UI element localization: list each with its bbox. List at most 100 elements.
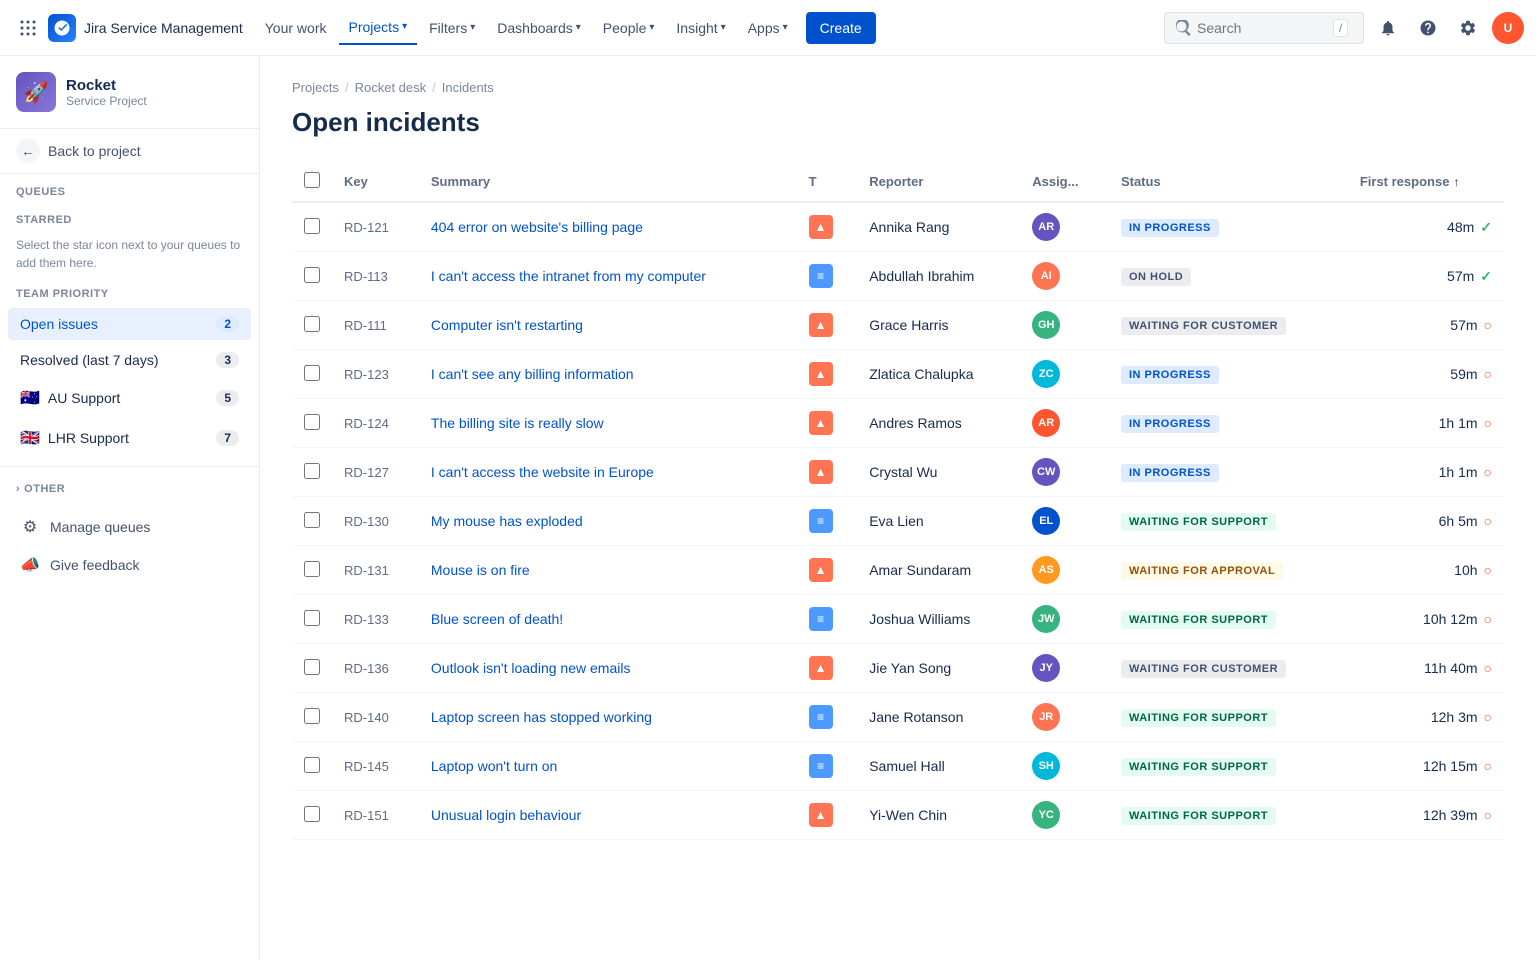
search-input[interactable] [1197, 20, 1327, 36]
clock-icon: ○ [1484, 562, 1492, 578]
issue-summary[interactable]: I can't access the intranet from my comp… [431, 268, 706, 284]
assignee-avatar: JY [1032, 654, 1060, 682]
nav-filters[interactable]: Filters ▾ [419, 12, 485, 44]
th-assignee[interactable]: Assig... [1020, 162, 1109, 202]
first-response: 11h 40m ○ [1360, 660, 1492, 676]
row-checkbox[interactable] [304, 316, 320, 332]
issue-key: RD-145 [344, 759, 389, 774]
other-label: OTHER [24, 483, 65, 495]
other-toggle[interactable]: › OTHER [16, 483, 243, 495]
first-response-time: 57m [1447, 268, 1474, 284]
sidebar-item-lhr-support[interactable]: 🇬🇧 LHR Support 7 [8, 420, 251, 456]
nav-apps[interactable]: Apps ▾ [738, 12, 798, 44]
first-response-time: 12h 15m [1423, 758, 1477, 774]
row-checkbox[interactable] [304, 365, 320, 381]
issue-summary[interactable]: My mouse has exploded [431, 513, 583, 529]
reporter-name: Abdullah Ibrahim [869, 268, 974, 284]
issue-type-icon: ▲ [809, 803, 833, 827]
issue-key: RD-133 [344, 612, 389, 627]
th-reporter[interactable]: Reporter [857, 162, 1020, 202]
reporter-name: Crystal Wu [869, 464, 937, 480]
sidebar-item-open-issues[interactable]: Open issues 2 [8, 308, 251, 340]
first-response-time: 12h 3m [1431, 709, 1478, 725]
first-response-time: 10h 12m [1423, 611, 1477, 627]
page-title: Open incidents [292, 107, 1504, 138]
sidebar-item-au-support[interactable]: 🇦🇺 AU Support 5 [8, 380, 251, 416]
nav-insight[interactable]: Insight ▾ [666, 12, 735, 44]
settings-button[interactable] [1452, 12, 1484, 44]
logo-icon [48, 14, 76, 42]
issue-summary[interactable]: Computer isn't restarting [431, 317, 583, 333]
issue-type-icon: ▲ [809, 215, 833, 239]
issue-summary[interactable]: Laptop won't turn on [431, 758, 557, 774]
nav-projects[interactable]: Projects ▾ [339, 11, 418, 45]
breadcrumb-projects[interactable]: Projects [292, 80, 339, 95]
back-to-project[interactable]: ← Back to project [0, 129, 259, 174]
nav-your-work[interactable]: Your work [255, 12, 337, 44]
nav-dashboards[interactable]: Dashboards ▾ [487, 12, 591, 44]
give-feedback[interactable]: 📣 Give feedback [8, 547, 251, 583]
issue-key: RD-140 [344, 710, 389, 725]
nav-people[interactable]: People ▾ [593, 12, 665, 44]
row-checkbox[interactable] [304, 610, 320, 626]
row-checkbox[interactable] [304, 561, 320, 577]
open-issues-label: Open issues [20, 316, 98, 332]
queues-title: Queues [16, 186, 243, 198]
reporter-name: Zlatica Chalupka [869, 366, 973, 382]
issue-summary[interactable]: The billing site is really slow [431, 415, 604, 431]
select-all-checkbox[interactable] [304, 172, 320, 188]
row-checkbox[interactable] [304, 414, 320, 430]
issue-key: RD-113 [344, 269, 388, 284]
issue-summary[interactable]: Unusual login behaviour [431, 807, 581, 823]
first-response: 57m ○ [1360, 317, 1492, 333]
sidebar-item-resolved[interactable]: Resolved (last 7 days) 3 [8, 344, 251, 376]
th-key[interactable]: Key [332, 162, 419, 202]
th-summary[interactable]: Summary [419, 162, 797, 202]
row-checkbox[interactable] [304, 463, 320, 479]
table-row: RD-127 I can't access the website in Eur… [292, 448, 1504, 497]
issue-type-icon: ▲ [809, 460, 833, 484]
breadcrumb-rocket-desk[interactable]: Rocket desk [355, 80, 427, 95]
sidebar-other: › OTHER [0, 475, 259, 499]
th-status[interactable]: Status [1109, 162, 1348, 202]
reporter-name: Amar Sundaram [869, 562, 971, 578]
th-first-response[interactable]: First response ↑ [1348, 162, 1504, 202]
issue-key: RD-123 [344, 367, 389, 382]
issue-summary[interactable]: Outlook isn't loading new emails [431, 660, 631, 676]
assignee-avatar: EL [1032, 507, 1060, 535]
create-button[interactable]: Create [806, 12, 876, 44]
first-response: 57m ✓ [1360, 268, 1492, 285]
issue-summary[interactable]: I can't access the website in Europe [431, 464, 654, 480]
topnav-right: / U [1164, 12, 1524, 44]
issue-summary[interactable]: 404 error on website's billing page [431, 219, 643, 235]
manage-queues[interactable]: ⚙ Manage queues [8, 509, 251, 545]
row-checkbox[interactable] [304, 218, 320, 234]
sidebar: 🚀 Rocket Service Project ← Back to proje… [0, 56, 260, 960]
issue-summary[interactable]: Mouse is on fire [431, 562, 530, 578]
waffle-menu[interactable] [12, 12, 44, 44]
row-checkbox[interactable] [304, 659, 320, 675]
lhr-flag-icon: 🇬🇧 [20, 428, 40, 448]
breadcrumb-incidents: Incidents [442, 80, 494, 95]
help-button[interactable] [1412, 12, 1444, 44]
user-avatar[interactable]: U [1492, 12, 1524, 44]
row-checkbox[interactable] [304, 806, 320, 822]
row-checkbox[interactable] [304, 708, 320, 724]
th-type[interactable]: T [797, 162, 858, 202]
issue-type-icon: ▲ [809, 362, 833, 386]
row-checkbox[interactable] [304, 512, 320, 528]
assignee-avatar: YC [1032, 801, 1060, 829]
issue-summary[interactable]: Blue screen of death! [431, 611, 563, 627]
sidebar-bottom: ⚙ Manage queues 📣 Give feedback [0, 507, 259, 585]
issue-summary[interactable]: I can't see any billing information [431, 366, 634, 382]
th-checkbox[interactable] [292, 162, 332, 202]
topnav: Jira Service Management Your work Projec… [0, 0, 1536, 56]
row-checkbox[interactable] [304, 267, 320, 283]
app-logo[interactable]: Jira Service Management [48, 14, 243, 42]
row-checkbox[interactable] [304, 757, 320, 773]
main-layout: 🚀 Rocket Service Project ← Back to proje… [0, 56, 1536, 960]
notifications-button[interactable] [1372, 12, 1404, 44]
search-box[interactable]: / [1164, 12, 1364, 44]
issue-summary[interactable]: Laptop screen has stopped working [431, 709, 652, 725]
table-row: RD-111 Computer isn't restarting ▲ Grace… [292, 301, 1504, 350]
